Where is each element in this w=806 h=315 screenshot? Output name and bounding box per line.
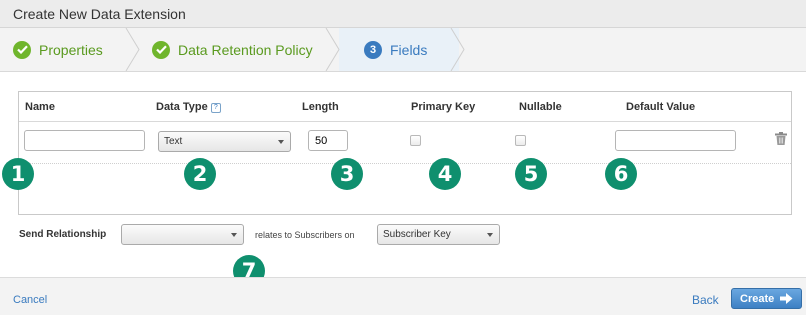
check-circle-icon xyxy=(152,40,170,59)
callout-badge: 1 xyxy=(2,158,34,190)
step-separator-chevron xyxy=(450,28,465,71)
step-properties[interactable]: Properties xyxy=(13,28,103,71)
help-icon[interactable]: ? xyxy=(210,103,221,113)
step-separator-chevron xyxy=(325,28,340,71)
trash-icon[interactable] xyxy=(775,132,787,145)
callout-badge: 2 xyxy=(184,158,216,190)
step-separator-chevron xyxy=(125,28,140,71)
fields-table-header: Name Data Type? Length Primary Key Nulla… xyxy=(19,92,791,122)
row-divider xyxy=(19,163,791,164)
back-link[interactable]: Back xyxy=(692,293,719,307)
column-header-length: Length xyxy=(302,101,339,113)
relates-to-text: relates to Subscribers on xyxy=(255,230,355,240)
title-bar: Create New Data Extension xyxy=(0,0,806,28)
step-data-retention-policy[interactable]: Data Retention Policy xyxy=(152,28,313,71)
column-header-default-value: Default Value xyxy=(626,101,696,113)
field-name-input[interactable] xyxy=(24,130,145,151)
wizard-steps: Properties Data Retention Policy 3 Field… xyxy=(0,28,806,72)
chevron-down-icon xyxy=(278,140,284,144)
data-type-selected-value: Text xyxy=(164,136,183,147)
step-fields[interactable]: 3 Fields xyxy=(364,28,427,71)
column-header-nullable: Nullable xyxy=(519,101,562,113)
column-header-data-type: Data Type? xyxy=(156,101,221,113)
subscriber-key-select[interactable]: Subscriber Key xyxy=(377,224,500,245)
column-header-name: Name xyxy=(25,101,55,113)
callout-badge: 5 xyxy=(515,158,547,190)
subscriber-key-selected-value: Subscriber Key xyxy=(383,229,451,240)
chevron-down-icon xyxy=(487,233,493,237)
step-label: Properties xyxy=(39,41,103,58)
callout-badge: 3 xyxy=(331,158,363,190)
footer-bar: Cancel Back Create xyxy=(0,277,806,315)
nullable-checkbox[interactable] xyxy=(515,135,526,146)
send-relationship-label: Send Relationship xyxy=(19,229,107,240)
column-header-primary-key: Primary Key xyxy=(411,101,476,113)
window-title: Create New Data Extension xyxy=(13,6,186,22)
primary-key-checkbox[interactable] xyxy=(410,135,421,146)
arrow-right-icon xyxy=(780,293,793,304)
create-button-label: Create xyxy=(740,292,775,305)
check-circle-icon xyxy=(13,40,31,59)
chevron-down-icon xyxy=(231,233,237,237)
step-number-badge: 3 xyxy=(364,40,382,59)
length-input[interactable] xyxy=(308,130,348,151)
data-type-select[interactable]: Text xyxy=(158,131,291,152)
default-value-input[interactable] xyxy=(615,130,736,151)
fields-table: Name Data Type? Length Primary Key Nulla… xyxy=(18,91,792,215)
column-header-label: Data Type xyxy=(156,101,208,113)
send-relationship-field-select[interactable] xyxy=(121,224,244,245)
callout-badge: 6 xyxy=(605,158,637,190)
create-button[interactable]: Create xyxy=(731,288,802,309)
cancel-link[interactable]: Cancel xyxy=(13,294,47,306)
callout-badge: 4 xyxy=(429,158,461,190)
step-label: Fields xyxy=(390,41,428,58)
step-label: Data Retention Policy xyxy=(178,41,313,58)
